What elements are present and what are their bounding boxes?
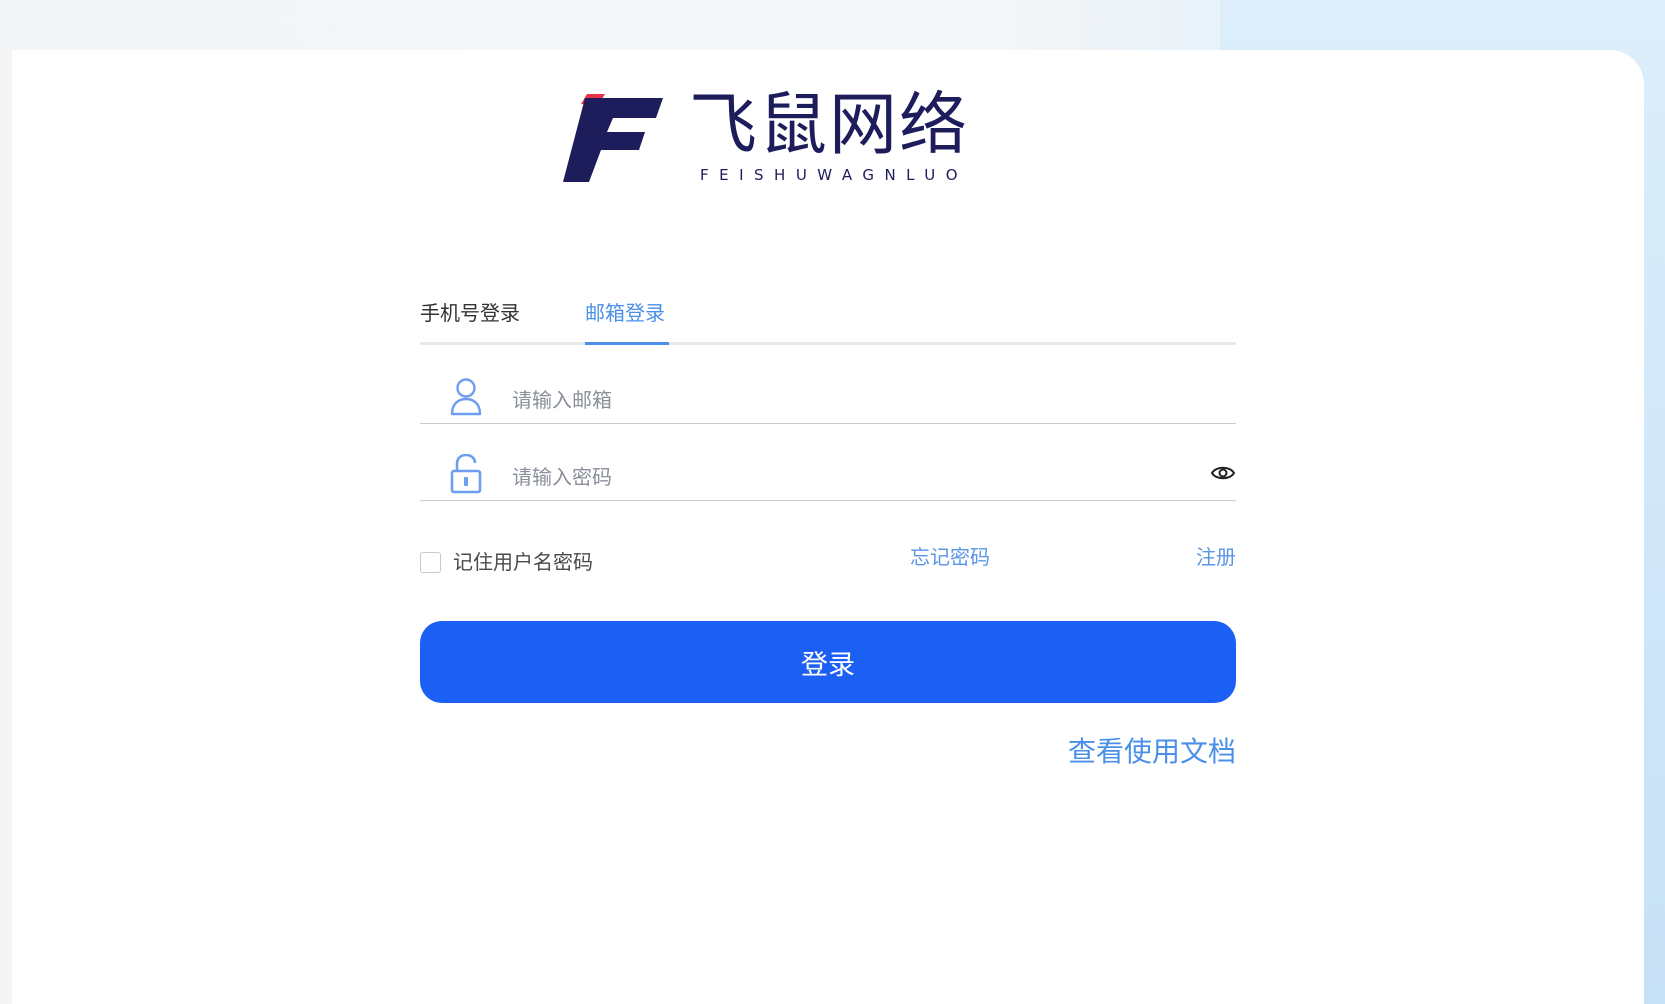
tab-email-login[interactable]: 邮箱登录 [585, 296, 665, 330]
password-input[interactable] [510, 458, 1154, 496]
login-form: 手机号登录 邮箱登录 记住用户名密码 忘记密码 注册 登录 查看使用文档 [420, 292, 1236, 768]
eye-icon[interactable] [1210, 462, 1236, 484]
email-input[interactable] [510, 381, 1154, 419]
brand-name-en: FEISHUWAGNLUO [700, 166, 969, 184]
forgot-password-link[interactable]: 忘记密码 [910, 542, 990, 572]
register-link[interactable]: 注册 [1196, 542, 1236, 572]
tab-phone-login[interactable]: 手机号登录 [420, 296, 520, 330]
brand-f-logo-icon [563, 94, 663, 182]
login-tabs: 手机号登录 邮箱登录 [420, 292, 1236, 345]
brand-name-cn: 飞鼠网络 [689, 86, 970, 165]
login-options: 记住用户名密码 忘记密码 注册 [420, 542, 1236, 582]
remember-checkbox[interactable] [420, 552, 441, 573]
brand-logo: 飞鼠网络 FEISHUWAGNLUO [563, 88, 967, 188]
password-field [420, 422, 1236, 501]
user-icon [450, 378, 482, 416]
login-card [12, 50, 1644, 1004]
login-button[interactable]: 登录 [420, 621, 1236, 703]
remember-label[interactable]: 记住用户名密码 [453, 547, 593, 577]
unlock-icon [450, 454, 482, 494]
view-docs-link[interactable]: 查看使用文档 [1068, 732, 1236, 772]
email-field [420, 345, 1236, 424]
